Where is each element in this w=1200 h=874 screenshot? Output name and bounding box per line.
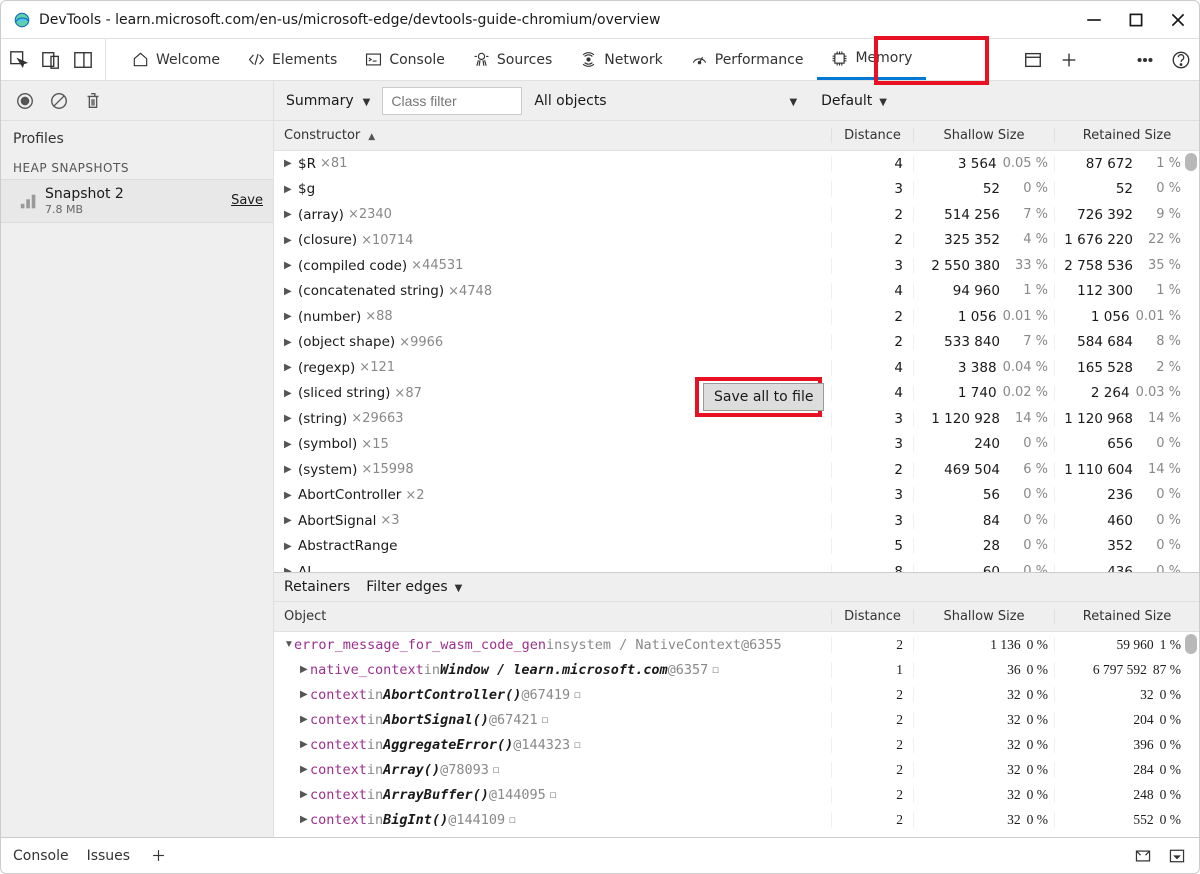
snapshot-save-link[interactable]: Save <box>231 193 263 208</box>
bottom-drawer: Console Issues <box>1 837 1199 873</box>
inspect-element-icon[interactable] <box>9 50 29 70</box>
retainers-scrollbar-thumb[interactable] <box>1185 634 1197 654</box>
constructors-table-header: Constructor Distance Shallow Size Retain… <box>274 121 1199 151</box>
retainer-row[interactable]: ▶context in AbortController() @67419☐ 2 … <box>274 682 1199 707</box>
tab-elements[interactable]: Elements <box>234 39 351 80</box>
tab-sources[interactable]: Sources <box>459 39 566 80</box>
all-objects-select[interactable]: All objects <box>522 81 809 120</box>
scrollbar-thumb[interactable] <box>1185 153 1197 171</box>
add-tab-icon[interactable] <box>1059 50 1079 70</box>
drawer-expand-icon[interactable] <box>1167 846 1187 866</box>
rcol-retained[interactable]: Retained Size <box>1054 609 1199 624</box>
table-row[interactable]: ▶(object shape) ×9966 2 533 8407 % 584 6… <box>274 330 1199 356</box>
col-distance[interactable]: Distance <box>831 128 913 143</box>
snapshot-icon <box>19 192 39 210</box>
context-save-all-button[interactable]: Save all to file <box>703 383 824 411</box>
close-button[interactable] <box>1169 11 1187 29</box>
profiles-sidebar: Profiles HEAP SNAPSHOTS Snapshot 2 7.8 M… <box>1 121 274 837</box>
table-row[interactable]: ▶(system) ×15998 2 469 5046 % 1 110 6041… <box>274 457 1199 483</box>
retainers-table-header: Object Distance Shallow Size Retained Si… <box>274 602 1199 632</box>
table-row[interactable]: ▶$g 3 520 % 520 % <box>274 177 1199 203</box>
table-row[interactable]: ▶(symbol) ×15 3 2400 % 6560 % <box>274 432 1199 458</box>
dock-side-icon[interactable] <box>73 50 93 70</box>
titlebar: DevTools - learn.microsoft.com/en-us/mic… <box>1 1 1199 39</box>
table-row[interactable]: ▶(number) ×88 2 1 0560.01 % 1 0560.01 % <box>274 304 1199 330</box>
table-row[interactable]: ▶(array) ×2340 2 514 2567 % 726 3929 % <box>274 202 1199 228</box>
heap-snapshots-label: HEAP SNAPSHOTS <box>1 153 273 179</box>
retainers-toolbar: Retainers Filter edges <box>274 572 1199 602</box>
table-row[interactable]: ▶AbortController ×2 3 560 % 2360 % <box>274 483 1199 509</box>
col-retained[interactable]: Retained Size <box>1054 128 1199 143</box>
maximize-button[interactable] <box>1127 11 1145 29</box>
rcol-shallow[interactable]: Shallow Size <box>913 609 1054 624</box>
default-select[interactable]: Default <box>809 81 899 120</box>
profiles-header: Profiles <box>1 121 273 153</box>
snapshot-size: 7.8 MB <box>45 203 231 216</box>
snapshot-item[interactable]: Snapshot 2 7.8 MB Save <box>1 179 273 223</box>
table-row[interactable]: ▶$R ×81 4 3 5640.05 % 87 6721 % <box>274 151 1199 177</box>
retainer-row[interactable]: ▶context in ArrayBuffer() @144095☐ 2 320… <box>274 782 1199 807</box>
tab-welcome[interactable]: Welcome <box>118 39 234 80</box>
device-toolbar-icon[interactable] <box>41 50 61 70</box>
minimize-button[interactable] <box>1085 11 1103 29</box>
tab-console[interactable]: Console <box>351 39 459 80</box>
edge-logo-icon <box>13 11 31 29</box>
retainers-label: Retainers <box>284 579 350 595</box>
retainers-rows[interactable]: ▼error_message_for_wasm_code_gen in syst… <box>274 632 1199 837</box>
tab-network[interactable]: Network <box>566 39 676 80</box>
snapshot-name: Snapshot 2 <box>45 186 231 203</box>
more-icon[interactable] <box>1135 50 1155 70</box>
drawer-computed-icon[interactable] <box>1133 846 1153 866</box>
table-row[interactable]: ▶AI 8 600 % 4360 % <box>274 559 1199 572</box>
table-row[interactable]: ▶AbortSignal ×3 3 840 % 4600 % <box>274 508 1199 534</box>
rcol-distance[interactable]: Distance <box>831 609 913 624</box>
retainer-row[interactable]: ▼error_message_for_wasm_code_gen in syst… <box>274 632 1199 657</box>
retainer-row[interactable]: ▶context in AggregateError() @144323☐ 2 … <box>274 732 1199 757</box>
record-icon[interactable] <box>15 91 35 111</box>
devtools-tabbar: Welcome Elements Console Sources Network… <box>1 39 1199 81</box>
drawer-console[interactable]: Console <box>13 848 69 864</box>
summary-select[interactable]: Summary <box>274 81 382 120</box>
constructors-rows[interactable]: ▶$R ×81 4 3 5640.05 % 87 6721 %▶$g 3 520… <box>274 151 1199 572</box>
help-icon[interactable] <box>1171 50 1191 70</box>
table-row[interactable]: ▶(compiled code) ×44531 3 2 550 38033 % … <box>274 253 1199 279</box>
col-constructor[interactable]: Constructor <box>274 128 831 143</box>
table-row[interactable]: ▶AbstractRange 5 280 % 3520 % <box>274 534 1199 560</box>
table-row[interactable]: ▶(concatenated string) ×4748 4 94 9601 %… <box>274 279 1199 305</box>
tab-overflow-icon[interactable] <box>1023 50 1043 70</box>
retainer-row[interactable]: ▶context in AbortSignal() @67421☐ 2 320 … <box>274 707 1199 732</box>
memory-toolbar: Summary All objects Default <box>1 81 1199 121</box>
class-filter-input[interactable] <box>382 87 522 115</box>
filter-edges-select[interactable]: Filter edges <box>366 579 462 595</box>
tab-performance[interactable]: Performance <box>677 39 818 80</box>
window-title: DevTools - learn.microsoft.com/en-us/mic… <box>39 12 1085 28</box>
drawer-issues[interactable]: Issues <box>87 848 131 864</box>
retainer-row[interactable]: ▶context in BigInt() @144109☐ 2 320 % 55… <box>274 807 1199 832</box>
col-shallow[interactable]: Shallow Size <box>913 128 1054 143</box>
table-row[interactable]: ▶(closure) ×10714 2 325 3524 % 1 676 220… <box>274 228 1199 254</box>
highlight-memory-tab <box>874 36 989 85</box>
retainer-row[interactable]: ▶native_context in Window / learn.micros… <box>274 657 1199 682</box>
rcol-object[interactable]: Object <box>274 609 831 624</box>
retainer-row[interactable]: ▶context in Array() @78093☐ 2 320 % 2840… <box>274 757 1199 782</box>
clear-icon[interactable] <box>49 91 69 111</box>
delete-icon[interactable] <box>83 91 103 111</box>
drawer-add-icon[interactable] <box>148 846 168 866</box>
